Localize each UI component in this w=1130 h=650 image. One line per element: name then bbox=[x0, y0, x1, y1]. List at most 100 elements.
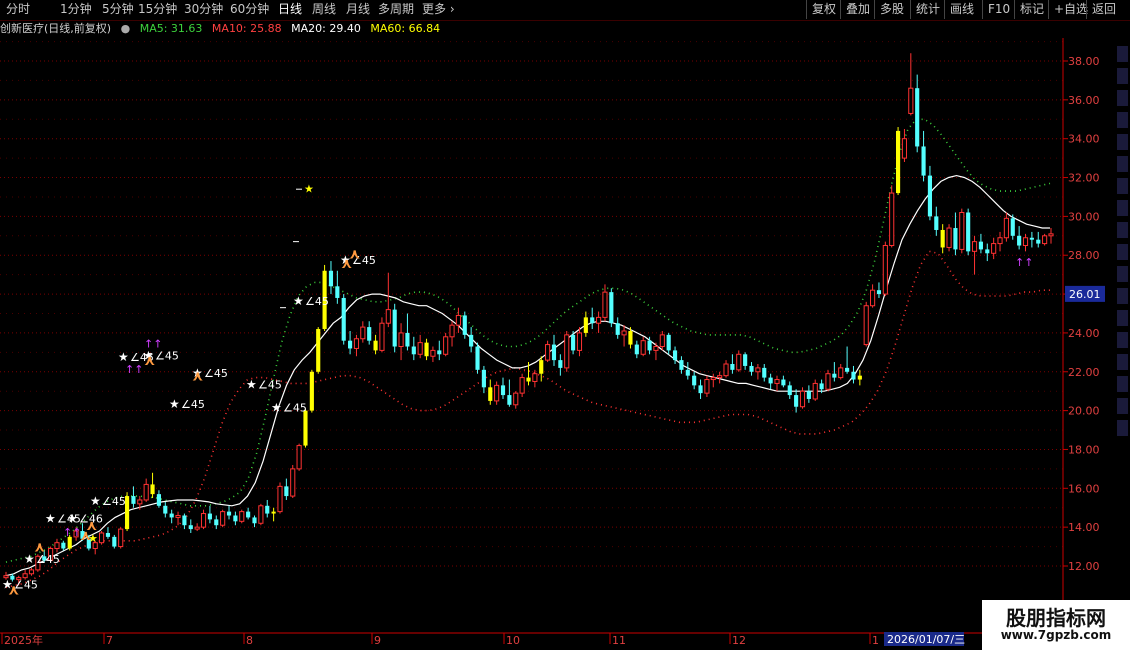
candle[interactable] bbox=[61, 542, 66, 549]
candle[interactable] bbox=[277, 485, 283, 513]
candle[interactable] bbox=[137, 499, 143, 505]
period-tab-5[interactable]: 60分钟 bbox=[230, 0, 269, 19]
candle[interactable] bbox=[246, 511, 251, 518]
candle[interactable] bbox=[360, 326, 366, 340]
candle[interactable] bbox=[609, 292, 614, 324]
side-tab-6[interactable] bbox=[1117, 178, 1128, 194]
candle[interactable] bbox=[940, 229, 945, 248]
side-tab-8[interactable] bbox=[1117, 222, 1128, 238]
toolbar-button-5[interactable]: F10 bbox=[982, 0, 1015, 19]
candle[interactable] bbox=[258, 505, 264, 524]
candle[interactable] bbox=[717, 375, 723, 379]
candle[interactable] bbox=[526, 377, 531, 382]
candle[interactable] bbox=[698, 385, 703, 394]
candle[interactable] bbox=[590, 317, 595, 324]
candle[interactable] bbox=[373, 340, 378, 351]
candle[interactable] bbox=[143, 483, 149, 501]
candle[interactable] bbox=[22, 573, 28, 579]
candle[interactable] bbox=[685, 369, 690, 376]
candle[interactable] bbox=[882, 245, 888, 295]
side-tab-12[interactable] bbox=[1117, 310, 1128, 326]
candle[interactable] bbox=[233, 515, 238, 522]
toolbar-button-6[interactable]: 标记 bbox=[1014, 0, 1049, 19]
candle[interactable] bbox=[959, 212, 965, 250]
candle[interactable] bbox=[749, 365, 754, 372]
candle[interactable] bbox=[1010, 218, 1015, 236]
candle[interactable] bbox=[870, 289, 876, 307]
candle[interactable] bbox=[672, 350, 678, 361]
candle[interactable] bbox=[819, 383, 824, 390]
candle[interactable] bbox=[545, 344, 551, 361]
candle[interactable] bbox=[647, 340, 652, 351]
candle[interactable] bbox=[539, 360, 544, 374]
candle[interactable] bbox=[596, 316, 602, 324]
candle[interactable] bbox=[736, 353, 742, 371]
candle[interactable] bbox=[105, 532, 111, 537]
candle[interactable] bbox=[1022, 237, 1029, 247]
candle[interactable] bbox=[659, 334, 665, 348]
candle[interactable] bbox=[175, 515, 181, 518]
candle[interactable] bbox=[296, 445, 302, 470]
side-tab-16[interactable] bbox=[1117, 398, 1128, 414]
candle[interactable] bbox=[1017, 235, 1022, 246]
candle[interactable] bbox=[118, 528, 124, 548]
candle[interactable] bbox=[513, 392, 519, 406]
candle[interactable] bbox=[781, 379, 786, 386]
candle[interactable] bbox=[692, 375, 697, 386]
candlestick-chart[interactable]: 12.0014.0016.0018.0020.0022.0024.0026.00… bbox=[0, 38, 1130, 650]
candle[interactable] bbox=[710, 377, 716, 381]
candle[interactable] bbox=[481, 369, 486, 388]
side-tab-1[interactable] bbox=[1117, 68, 1128, 84]
candle[interactable] bbox=[271, 511, 276, 514]
side-tab-3[interactable] bbox=[1117, 112, 1128, 128]
candle[interactable] bbox=[602, 291, 608, 318]
candle[interactable] bbox=[220, 511, 226, 526]
candle[interactable] bbox=[851, 371, 856, 380]
period-tab-7[interactable]: 周线 bbox=[312, 0, 336, 19]
candle[interactable] bbox=[284, 486, 289, 497]
period-tab-9[interactable]: 多周期 bbox=[378, 0, 414, 19]
candle[interactable] bbox=[723, 363, 729, 377]
candle[interactable] bbox=[946, 227, 952, 248]
toolbar-button-4[interactable]: 画线 bbox=[944, 0, 979, 19]
candle[interactable] bbox=[838, 367, 844, 379]
candle[interactable] bbox=[112, 536, 117, 547]
candle[interactable] bbox=[640, 340, 646, 355]
candle[interactable] bbox=[889, 192, 895, 247]
candle[interactable] bbox=[207, 513, 212, 520]
candle[interactable] bbox=[679, 360, 684, 370]
candle[interactable] bbox=[348, 340, 353, 349]
candle[interactable] bbox=[997, 237, 1003, 245]
side-tab-5[interactable] bbox=[1117, 156, 1128, 172]
candle[interactable] bbox=[265, 505, 270, 514]
candle[interactable] bbox=[806, 391, 811, 399]
candle[interactable] bbox=[583, 317, 588, 333]
candle[interactable] bbox=[896, 130, 901, 194]
candle[interactable] bbox=[799, 390, 806, 408]
candle[interactable] bbox=[787, 385, 792, 396]
candle[interactable] bbox=[367, 327, 372, 341]
candle[interactable] bbox=[411, 346, 416, 355]
candle[interactable] bbox=[443, 336, 449, 355]
candle[interactable] bbox=[921, 146, 926, 176]
candle[interactable] bbox=[507, 395, 512, 405]
side-tab-14[interactable] bbox=[1117, 354, 1128, 370]
candle[interactable] bbox=[417, 342, 423, 355]
candle[interactable] bbox=[150, 484, 155, 495]
candle[interactable] bbox=[200, 513, 207, 528]
candle[interactable] bbox=[194, 526, 200, 530]
candle[interactable] bbox=[551, 344, 557, 361]
candle[interactable] bbox=[455, 314, 461, 326]
period-tab-2[interactable]: 5分钟 bbox=[102, 0, 134, 19]
candle[interactable] bbox=[500, 385, 506, 396]
candle[interactable] bbox=[519, 377, 525, 394]
candle[interactable] bbox=[316, 329, 321, 372]
candle[interactable] bbox=[774, 379, 780, 384]
candle[interactable] bbox=[1042, 235, 1048, 245]
candle[interactable] bbox=[405, 332, 410, 347]
candle[interactable] bbox=[971, 241, 978, 252]
candle[interactable] bbox=[966, 212, 971, 252]
side-tab-11[interactable] bbox=[1117, 288, 1128, 304]
candle[interactable] bbox=[768, 377, 773, 384]
candle[interactable] bbox=[576, 332, 583, 351]
